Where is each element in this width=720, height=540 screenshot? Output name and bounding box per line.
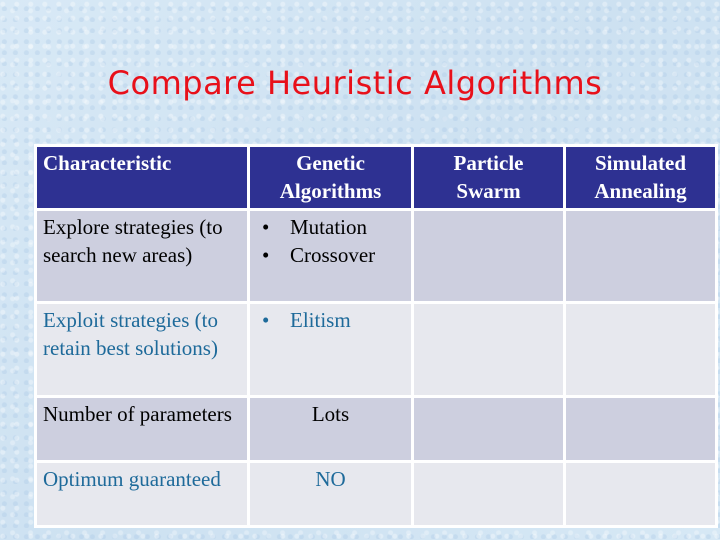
table-header-row: Characteristic Genetic Algorithms Partic… [34, 144, 718, 211]
slide-title: Compare Heuristic Algorithms [107, 64, 603, 102]
header-particle-swarm: Particle Swarm [411, 144, 566, 211]
cell-genetic: Mutation Crossover [247, 208, 414, 304]
cell-genetic: Lots [247, 395, 414, 463]
bullet-list: Elitism [256, 306, 405, 334]
cell-annealing [563, 301, 718, 398]
list-item: Mutation [256, 213, 405, 241]
cell-genetic: Elitism [247, 301, 414, 398]
cell-annealing [563, 460, 718, 528]
list-item: Crossover [256, 241, 405, 269]
table-row: Number of parameters Lots [34, 395, 718, 463]
header-simulated-annealing: Simulated Annealing [563, 144, 718, 211]
cell-genetic: NO [247, 460, 414, 528]
cell-particle [411, 301, 566, 398]
comparison-table: Characteristic Genetic Algorithms Partic… [34, 144, 718, 528]
header-characteristic: Characteristic [34, 144, 250, 211]
cell-characteristic: Number of parameters [34, 395, 250, 463]
cell-annealing [563, 208, 718, 304]
table-row: Optimum guaranteed NO [34, 460, 718, 528]
cell-particle [411, 460, 566, 528]
cell-characteristic: Exploit strategies (to retain best solut… [34, 301, 250, 398]
bullet-list: Mutation Crossover [256, 213, 405, 269]
cell-characteristic: Explore strategies (to search new areas) [34, 208, 250, 304]
table-row: Exploit strategies (to retain best solut… [34, 301, 718, 398]
cell-characteristic: Optimum guaranteed [34, 460, 250, 528]
cell-particle [411, 208, 566, 304]
table-row: Explore strategies (to search new areas)… [34, 208, 718, 304]
cell-annealing [563, 395, 718, 463]
header-genetic-algorithms: Genetic Algorithms [247, 144, 414, 211]
list-item: Elitism [256, 306, 405, 334]
cell-particle [411, 395, 566, 463]
